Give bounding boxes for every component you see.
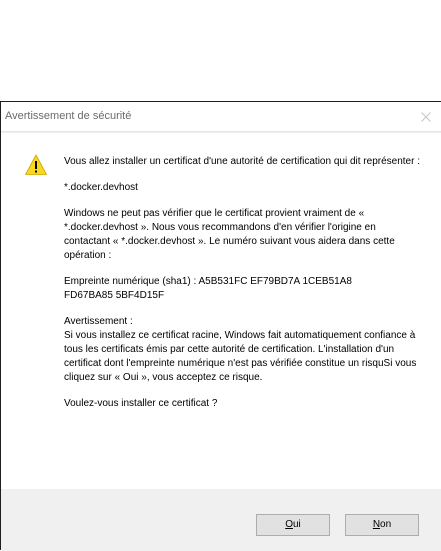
no-label-rest: on [380,519,392,530]
yes-accelerator: O [285,519,293,530]
yes-label-rest: ui [292,519,301,530]
dialog-content: Vous allez installer un certificat d'une… [1,133,441,489]
question-text: Voulez-vous installer ce certificat ? [64,398,218,409]
yes-button[interactable]: Oui [256,514,330,536]
close-icon [421,112,431,122]
window-title: Avertissement de sécurité [5,110,132,122]
thumbprint-line-1: Empreinte numérique (sha1) : A5B531FC EF… [64,276,352,287]
title-bar: Avertissement de sécurité [1,102,441,132]
button-bar: Oui Non [1,489,441,551]
security-warning-dialog: Avertissement de sécurité Vous allez ins… [0,101,441,551]
host-name: *.docker.devhost [64,182,138,193]
warning-icon [25,154,47,175]
no-accelerator: N [372,519,381,530]
thumbprint-line-2: FD67BA85 5BF4D15F [64,290,165,301]
intro-text: Vous allez installer un certificat d'une… [64,156,420,167]
no-button[interactable]: Non [345,514,419,536]
warning-body: Si vous installez ce certificat racine, … [64,330,417,383]
verify-text: Windows ne peut pas vérifier que le cert… [64,208,395,261]
warning-heading: Avertissement : [64,316,133,327]
close-button[interactable] [411,102,441,132]
message-text: Vous allez installer un certificat d'une… [64,155,424,411]
